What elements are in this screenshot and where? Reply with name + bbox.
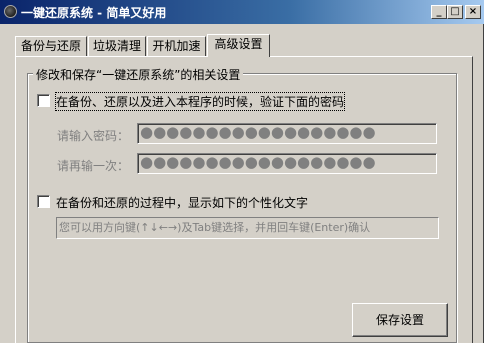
app-window: 一键还原系统 - 简单又好用 _ □ × 备份与还原 垃圾清理 开机加速 高级设… xyxy=(0,0,484,343)
tab-junk-cleanup[interactable]: 垃圾清理 xyxy=(88,36,146,56)
password-checkbox[interactable] xyxy=(37,94,50,107)
app-icon xyxy=(4,5,17,18)
settings-group-legend: 修改和保存“一键还原系统”的相关设置 xyxy=(33,66,244,83)
confirm-password-field[interactable]: ●●●●●●●●●●●●●●●●●● xyxy=(137,153,437,174)
password-field[interactable]: ●●●●●●●●●●●●●●●●●● xyxy=(137,123,437,144)
password-label: 请输入密码： xyxy=(57,129,130,143)
tab-backup-restore[interactable]: 备份与还原 xyxy=(15,36,87,56)
custom-text-field[interactable]: 您可以用方向键(↑↓←→)及Tab键选择，并用回车键(Enter)确认 xyxy=(56,217,439,239)
maximize-button[interactable]: □ xyxy=(447,5,463,19)
window-title: 一键还原系统 - 简单又好用 xyxy=(21,6,167,20)
title-bar[interactable]: 一键还原系统 - 简单又好用 _ □ × xyxy=(0,0,484,24)
confirm-password-label: 请再输一次： xyxy=(57,159,130,173)
close-button[interactable]: × xyxy=(465,5,481,19)
minimize-button[interactable]: _ xyxy=(431,5,447,19)
tab-advanced-settings[interactable]: 高级设置 xyxy=(207,34,270,57)
custom-text-checkbox-label[interactable]: 在备份和还原的过程中，显示如下的个性化文字 xyxy=(56,194,308,211)
save-settings-button[interactable]: 保存设置 xyxy=(352,303,448,337)
tab-boot-speedup[interactable]: 开机加速 xyxy=(147,36,206,56)
password-checkbox-label[interactable]: 在备份、还原以及进入本程序的时候，验证下面的密码 xyxy=(54,92,346,111)
custom-text-checkbox[interactable] xyxy=(37,195,50,208)
